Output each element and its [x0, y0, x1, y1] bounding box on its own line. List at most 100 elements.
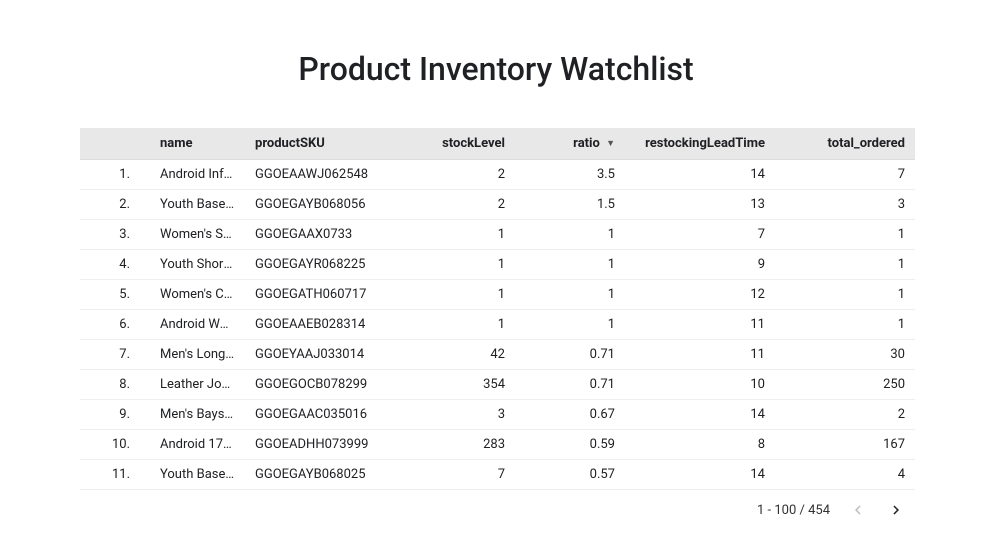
- cell-restocking: 11: [625, 340, 775, 370]
- cell-ratio: 0.67: [515, 400, 625, 430]
- cell-stocklevel: 1: [395, 280, 515, 310]
- cell-name: Android Infan…: [150, 160, 245, 190]
- col-header-restocking[interactable]: restockingLeadTime: [625, 128, 775, 160]
- cell-restocking: 13: [625, 190, 775, 220]
- table-row[interactable]: 1.Android Infan…GGOEAAWJ06254823.5147: [80, 160, 915, 190]
- cell-stocklevel: 1: [395, 220, 515, 250]
- cell-total-ordered: 1: [775, 220, 915, 250]
- cell-restocking: 14: [625, 460, 775, 490]
- cell-ratio: 0.71: [515, 370, 625, 400]
- cell-stocklevel: 283: [395, 430, 515, 460]
- pager-range: 1 - 100 / 454: [757, 503, 830, 518]
- cell-ratio: 1.5: [515, 190, 625, 220]
- table-row[interactable]: 4.Youth Short S…GGOEGAYR0682251191: [80, 250, 915, 280]
- cell-stocklevel: 42: [395, 340, 515, 370]
- cell-total-ordered: 1: [775, 280, 915, 310]
- chevron-right-icon: [887, 501, 905, 519]
- cell-ratio: 0.57: [515, 460, 625, 490]
- cell-index: 4.: [80, 250, 150, 280]
- pager-next-button[interactable]: [886, 500, 906, 520]
- cell-name: Women's Sho…: [150, 220, 245, 250]
- cell-restocking: 9: [625, 250, 775, 280]
- cell-total-ordered: 167: [775, 430, 915, 460]
- col-header-index[interactable]: [80, 128, 150, 160]
- cell-ratio: 1: [515, 280, 625, 310]
- cell-sku: GGOEGOCB078299: [245, 370, 395, 400]
- inventory-table: name productSKU stockLevel ratio ▼ resto…: [80, 128, 912, 530]
- cell-total-ordered: 1: [775, 310, 915, 340]
- pager: 1 - 100 / 454: [80, 490, 912, 530]
- col-header-name[interactable]: name: [150, 128, 245, 160]
- table-row[interactable]: 9.Men's Baysid…GGOEGAAC03501630.67142: [80, 400, 915, 430]
- cell-ratio: 3.5: [515, 160, 625, 190]
- cell-sku: GGOEGAYR068225: [245, 250, 395, 280]
- cell-total-ordered: 2: [775, 400, 915, 430]
- cell-sku: GGOEGAAC035016: [245, 400, 395, 430]
- cell-name: Android 17oz …: [150, 430, 245, 460]
- col-header-stocklevel[interactable]: stockLevel: [395, 128, 515, 160]
- cell-name: Men's Baysid…: [150, 400, 245, 430]
- cell-index: 3.: [80, 220, 150, 250]
- cell-sku: GGOEGAYB068056: [245, 190, 395, 220]
- table-row[interactable]: 5.Women's Con…GGOEGATH06071711121: [80, 280, 915, 310]
- cell-stocklevel: 2: [395, 160, 515, 190]
- cell-stocklevel: 354: [395, 370, 515, 400]
- cell-ratio: 1: [515, 220, 625, 250]
- col-header-sku[interactable]: productSKU: [245, 128, 395, 160]
- cell-name: Men's Long & …: [150, 340, 245, 370]
- cell-name: Youth Baseba…: [150, 460, 245, 490]
- table-row[interactable]: 3.Women's Sho…GGOEGAAX07331171: [80, 220, 915, 250]
- cell-stocklevel: 1: [395, 250, 515, 280]
- cell-restocking: 10: [625, 370, 775, 400]
- cell-ratio: 0.59: [515, 430, 625, 460]
- cell-index: 1.: [80, 160, 150, 190]
- cell-ratio: 1: [515, 310, 625, 340]
- cell-stocklevel: 3: [395, 400, 515, 430]
- col-header-total-ordered[interactable]: total_ordered: [775, 128, 915, 160]
- cell-total-ordered: 250: [775, 370, 915, 400]
- cell-restocking: 8: [625, 430, 775, 460]
- table-row[interactable]: 2.Youth Baseba…GGOEGAYB06805621.5133: [80, 190, 915, 220]
- cell-total-ordered: 7: [775, 160, 915, 190]
- col-header-ratio[interactable]: ratio ▼: [515, 128, 625, 160]
- cell-sku: GGOEYAAJ033014: [245, 340, 395, 370]
- cell-name: Leather Journ…: [150, 370, 245, 400]
- pager-prev-button[interactable]: [848, 500, 868, 520]
- sort-indicator-icon: ▼: [606, 139, 615, 149]
- cell-restocking: 12: [625, 280, 775, 310]
- cell-sku: GGOEADHH073999: [245, 430, 395, 460]
- cell-index: 2.: [80, 190, 150, 220]
- cell-ratio: 0.71: [515, 340, 625, 370]
- cell-ratio: 1: [515, 250, 625, 280]
- cell-restocking: 11: [625, 310, 775, 340]
- cell-stocklevel: 1: [395, 310, 515, 340]
- cell-sku: GGOEAAWJ062548: [245, 160, 395, 190]
- cell-name: Youth Baseba…: [150, 190, 245, 220]
- cell-stocklevel: 7: [395, 460, 515, 490]
- cell-name: Android Wom…: [150, 310, 245, 340]
- page-title: Product Inventory Watchlist: [80, 50, 912, 88]
- cell-index: 5.: [80, 280, 150, 310]
- chevron-left-icon: [849, 501, 867, 519]
- table-row[interactable]: 7.Men's Long & …GGOEYAAJ033014420.711130: [80, 340, 915, 370]
- cell-sku: GGOEGAYB068025: [245, 460, 395, 490]
- cell-restocking: 14: [625, 400, 775, 430]
- table-row[interactable]: 6.Android Wom…GGOEAAEB02831411111: [80, 310, 915, 340]
- table-row[interactable]: 11.Youth Baseba…GGOEGAYB06802570.57144: [80, 460, 915, 490]
- cell-total-ordered: 3: [775, 190, 915, 220]
- cell-sku: GGOEGATH060717: [245, 280, 395, 310]
- cell-sku: GGOEAAEB028314: [245, 310, 395, 340]
- cell-index: 9.: [80, 400, 150, 430]
- cell-total-ordered: 4: [775, 460, 915, 490]
- cell-name: Youth Short S…: [150, 250, 245, 280]
- cell-total-ordered: 30: [775, 340, 915, 370]
- table-row[interactable]: 10.Android 17oz …GGOEADHH0739992830.5981…: [80, 430, 915, 460]
- cell-restocking: 7: [625, 220, 775, 250]
- cell-index: 7.: [80, 340, 150, 370]
- cell-index: 8.: [80, 370, 150, 400]
- cell-index: 6.: [80, 310, 150, 340]
- table-row[interactable]: 8.Leather Journ…GGOEGOCB0782993540.71102…: [80, 370, 915, 400]
- cell-index: 10.: [80, 430, 150, 460]
- col-header-ratio-label: ratio: [573, 136, 600, 151]
- cell-index: 11.: [80, 460, 150, 490]
